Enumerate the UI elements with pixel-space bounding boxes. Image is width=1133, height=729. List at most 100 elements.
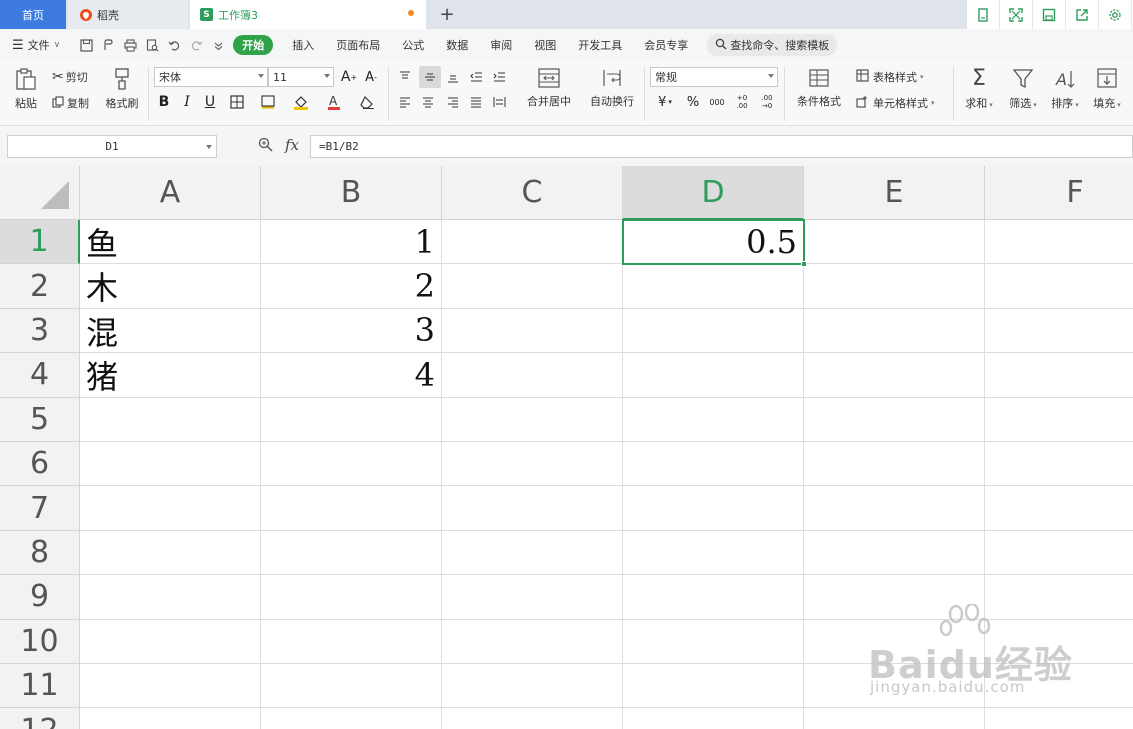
row-header-6[interactable]: 6 [0,442,80,487]
cell-d7[interactable] [623,486,804,531]
cell-c8[interactable] [442,530,623,576]
align-middle-icon[interactable] [419,66,441,88]
formula-input[interactable]: =B1/B2 [310,135,1133,158]
decrease-font-icon[interactable]: A- [362,67,380,87]
cell-d9[interactable] [623,575,804,620]
menu-review[interactable]: 审阅 [479,37,523,53]
cell-d5[interactable] [623,397,804,442]
name-box[interactable]: D1 [7,135,217,158]
cell-c6[interactable] [442,442,623,487]
cell-d12[interactable] [623,708,804,729]
cell-e7[interactable] [804,486,985,531]
menu-formulas[interactable]: 公式 [391,37,435,53]
cell-d10[interactable] [623,619,804,664]
cell-e9[interactable] [804,575,985,620]
cell-a2[interactable]: 木 [80,264,261,309]
border-icon[interactable] [226,91,248,113]
zoom-search-icon[interactable] [258,137,273,155]
font-size-select[interactable]: 11 [268,67,334,87]
cell-c12[interactable] [442,708,623,729]
cell-a10[interactable] [80,619,261,664]
cell-e1[interactable] [804,220,985,265]
font-name-select[interactable]: 宋体 [154,67,268,87]
row-header-9[interactable]: 9 [0,575,80,620]
cell-c4[interactable] [442,353,623,398]
cell-b9[interactable] [261,575,442,620]
table-style-button[interactable]: 表格样式 ▾ [856,69,924,85]
fill-button[interactable]: 填充 ▾ [1088,67,1126,111]
menu-insert[interactable]: 插入 [281,37,325,53]
print-preview-icon[interactable] [141,34,163,56]
cell-c2[interactable] [442,264,623,309]
cell-e2[interactable] [804,264,985,309]
reading-mode-icon[interactable] [967,0,1000,29]
tab-workbook[interactable]: S 工作簿3 [190,0,426,29]
cell-d11[interactable] [623,664,804,709]
redo-icon[interactable] [185,34,207,56]
cell-c9[interactable] [442,575,623,620]
sum-button[interactable]: Σ 求和 ▾ [960,67,998,111]
conditional-format-button[interactable]: 条件格式 [790,67,848,109]
cell-c7[interactable] [442,486,623,531]
export-pdf-icon[interactable] [97,34,119,56]
font-color-icon[interactable]: A [322,91,346,113]
number-format-select[interactable]: 常规 [650,67,778,87]
align-left-icon[interactable] [396,93,414,111]
copy-button[interactable]: 复制 [52,95,89,111]
save-cloud-icon[interactable] [1033,0,1066,29]
cell-f3[interactable] [985,308,1133,354]
row-header-1[interactable]: 1 [0,220,80,265]
cell-a6[interactable] [80,442,261,487]
column-header-b[interactable]: B [261,166,442,220]
cell-c3[interactable] [442,308,623,354]
cell-f6[interactable] [985,442,1133,487]
cell-b5[interactable] [261,397,442,442]
percent-icon[interactable]: % [684,91,702,113]
cell-a5[interactable] [80,397,261,442]
row-header-11[interactable]: 11 [0,664,80,709]
cell-a11[interactable] [80,664,261,709]
menu-data[interactable]: 数据 [435,37,479,53]
row-header-4[interactable]: 4 [0,353,80,398]
column-header-c[interactable]: C [442,166,623,220]
cell-e8[interactable] [804,530,985,576]
italic-icon[interactable]: I [179,91,195,113]
cell-d4[interactable] [623,353,804,398]
menu-page-layout[interactable]: 页面布局 [325,37,391,53]
command-search-input[interactable]: 查找命令、搜索模板 [707,34,838,56]
cell-e4[interactable] [804,353,985,398]
cell-d2[interactable] [623,264,804,309]
cell-fill-icon[interactable] [257,91,281,113]
menu-member[interactable]: 会员专享 [633,37,699,53]
cell-a4[interactable]: 猪 [80,353,261,398]
cell-c5[interactable] [442,397,623,442]
clear-format-icon[interactable] [354,91,380,113]
cell-f7[interactable] [985,486,1133,531]
cell-f4[interactable] [985,353,1133,398]
justify-icon[interactable] [467,93,485,111]
cell-b10[interactable] [261,619,442,664]
decrease-decimal-icon[interactable]: .00 →0 [756,91,778,113]
cell-a7[interactable] [80,486,261,531]
cell-c10[interactable] [442,619,623,664]
cell-d6[interactable] [623,442,804,487]
print-icon[interactable] [119,34,141,56]
cell-f10[interactable] [985,619,1133,664]
undo-icon[interactable] [163,34,185,56]
cell-b8[interactable] [261,530,442,576]
column-header-d[interactable]: D [623,166,804,220]
cell-f11[interactable] [985,664,1133,709]
row-header-5[interactable]: 5 [0,397,80,442]
file-menu[interactable]: ☰ 文件 ∨ [0,37,71,53]
cell-f9[interactable] [985,575,1133,620]
menu-start[interactable]: 开始 [233,35,274,55]
cell-c11[interactable] [442,664,623,709]
settings-gear-icon[interactable] [1099,0,1132,29]
cell-a1[interactable]: 鱼 [80,220,261,265]
menu-developer[interactable]: 开发工具 [567,37,633,53]
align-top-icon[interactable] [396,68,414,86]
underline-icon[interactable]: U [202,91,218,113]
row-header-12[interactable]: 12 [0,708,80,729]
filter-button[interactable]: 筛选 ▾ [1004,67,1042,111]
thousands-separator-icon[interactable]: 000 [706,91,728,113]
